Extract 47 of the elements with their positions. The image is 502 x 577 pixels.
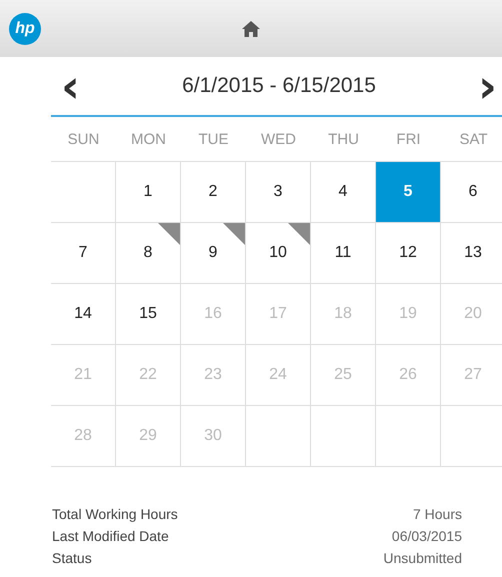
summary-value: 7 Hours [412, 506, 462, 522]
summary-label: Total Working Hours [52, 506, 178, 522]
previous-button[interactable]: ‹ [51, 66, 90, 106]
day-cell[interactable]: 11 [311, 223, 376, 284]
summary-label: Last Modified Date [52, 528, 169, 544]
day-cell[interactable]: 25 [311, 345, 376, 406]
day-cell[interactable]: 13 [441, 223, 502, 284]
day-cell[interactable]: 22 [116, 345, 181, 406]
date-range-title: 6/1/2015 - 6/15/2015 [182, 74, 376, 98]
day-cell[interactable]: 26 [376, 345, 441, 406]
weekday-label: THU [327, 130, 360, 148]
empty-day-cell [246, 406, 311, 467]
weekday-label: WED [260, 130, 297, 148]
summary-label: Status [52, 550, 92, 566]
day-cell[interactable]: 17 [246, 284, 311, 345]
empty-day-cell [311, 406, 376, 467]
weekday-label: SUN [66, 130, 100, 148]
day-cell[interactable]: 12 [376, 223, 441, 284]
day-cell[interactable]: 20 [441, 284, 502, 345]
day-cell[interactable]: 15 [116, 284, 181, 345]
weekday-label: TUE [198, 130, 230, 148]
day-cell[interactable]: 9 [181, 223, 246, 284]
summary-value: Unsubmitted [383, 550, 462, 566]
home-icon[interactable] [242, 20, 260, 36]
day-cell[interactable]: 7 [51, 223, 116, 284]
day-cell[interactable]: 23 [181, 345, 246, 406]
day-cell[interactable]: 8 [116, 223, 181, 284]
next-button[interactable]: › [468, 66, 502, 106]
day-cell[interactable]: 16 [181, 284, 246, 345]
day-cell[interactable]: 18 [311, 284, 376, 345]
summary-value: 06/03/2015 [392, 528, 462, 544]
weekday-label: SAT [458, 130, 489, 148]
day-cell[interactable]: 24 [246, 345, 311, 406]
day-cell[interactable]: 28 [51, 406, 116, 467]
weekday-label: MON [130, 130, 167, 148]
day-cell[interactable]: 5 [376, 162, 441, 223]
logo[interactable]: hp [9, 13, 41, 45]
day-cell[interactable]: 29 [116, 406, 181, 467]
day-cell[interactable]: 10 [246, 223, 311, 284]
day-cell[interactable]: 19 [376, 284, 441, 345]
day-cell[interactable]: 14 [51, 284, 116, 345]
day-cell[interactable]: 30 [181, 406, 246, 467]
day-cell[interactable]: 6 [441, 162, 502, 223]
empty-day-cell [376, 406, 441, 467]
day-cell[interactable]: 27 [441, 345, 502, 406]
day-cell[interactable]: 21 [51, 345, 116, 406]
weekday-label: FRI [395, 130, 422, 148]
